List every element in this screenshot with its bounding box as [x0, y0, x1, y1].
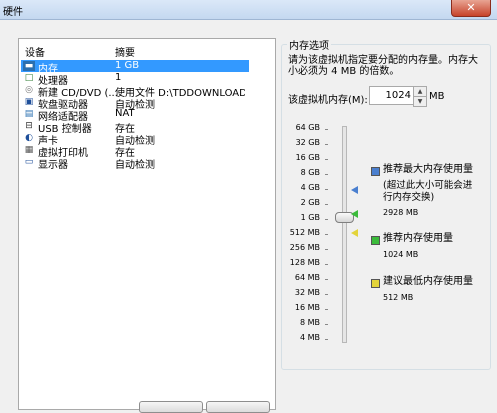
- sound-icon: ◐: [25, 133, 33, 143]
- memory-spinner[interactable]: ▲ ▼: [413, 86, 427, 107]
- scale-tick: [325, 264, 328, 265]
- device-row-network[interactable]: ▤ 网络适配器 NAT: [21, 108, 249, 123]
- scale-label: 16 GB: [295, 153, 320, 162]
- device-name: 显示器: [38, 160, 68, 171]
- scale-tick: [325, 279, 328, 280]
- remove-button[interactable]: [206, 401, 270, 413]
- recommended-legend-title: 推荐内存使用量: [383, 233, 453, 244]
- max-memory-marker-icon: [351, 186, 358, 194]
- scale-tick: [325, 144, 328, 145]
- device-row-printer[interactable]: ▦ 虚拟打印机 存在: [21, 144, 249, 159]
- memory-icon: ▬: [23, 61, 35, 71]
- close-button[interactable]: ✕: [451, 0, 491, 17]
- min-memory-marker-icon: [351, 229, 358, 237]
- usb-icon: ⊟: [25, 121, 33, 131]
- device-row-memory[interactable]: ▬ 内存 1 GB: [21, 60, 249, 75]
- scale-tick: [325, 324, 328, 325]
- recommended-legend-swatch: [371, 236, 380, 245]
- minimum-legend-title: 建议最低内存使用量: [383, 276, 473, 287]
- network-adapter-icon: ▤: [24, 109, 34, 119]
- minimum-legend-swatch: [371, 279, 380, 288]
- device-list-header: 设备 摘要: [19, 39, 275, 59]
- device-summary: 自动检测: [115, 160, 155, 171]
- display-icon: ▭: [24, 157, 34, 167]
- cd-dvd-icon: ◎: [25, 85, 33, 95]
- memory-options-title: 内存选项: [287, 37, 331, 52]
- spin-down-icon[interactable]: ▼: [414, 97, 426, 106]
- scale-label: 1 GB: [300, 213, 320, 222]
- scale-label: 32 MB: [294, 288, 320, 297]
- scale-tick: [325, 174, 328, 175]
- window-title: 硬件: [3, 7, 23, 18]
- scale-label: 64 MB: [294, 273, 320, 282]
- max-legend-swatch: [371, 167, 380, 176]
- scale-label: 256 MB: [289, 243, 320, 252]
- scale-tick: [325, 219, 328, 220]
- memory-input[interactable]: 1024: [369, 86, 415, 105]
- scale-label: 32 GB: [295, 138, 320, 147]
- recommended-memory-marker-icon: [351, 210, 358, 218]
- scale-label: 16 MB: [294, 303, 320, 312]
- column-header-summary[interactable]: 摘要: [115, 44, 135, 59]
- memory-description: 请为该虚拟机指定要分配的内存量。内存大小必须为 4 MB 的倍数。: [288, 55, 478, 77]
- add-button[interactable]: [139, 401, 203, 413]
- scale-tick: [325, 159, 328, 160]
- recommended-legend-value: 1024 MB: [383, 250, 419, 259]
- device-row-display[interactable]: ▭ 显示器 自动检测: [21, 156, 249, 171]
- column-header-device[interactable]: 设备: [25, 44, 45, 59]
- scale-tick: [325, 309, 328, 310]
- printer-icon: ▦: [24, 145, 34, 155]
- scale-tick: [325, 234, 328, 235]
- device-row-processor[interactable]: □ 处理器 1: [21, 72, 249, 87]
- max-legend-note: (超过此大小可能会进行内存交换): [383, 180, 473, 203]
- scale-label: 512 MB: [289, 228, 320, 237]
- max-legend-title: 推荐最大内存使用量: [383, 164, 473, 175]
- device-summary: 1 GB: [115, 60, 140, 71]
- device-row-usb[interactable]: ⊟ USB 控制器 存在: [21, 120, 249, 135]
- memory-input-value: 1024: [385, 90, 411, 101]
- device-summary: 1: [115, 72, 122, 83]
- scale-tick: [325, 129, 328, 130]
- scale-label: 4 GB: [300, 183, 320, 192]
- scale-tick: [325, 204, 328, 205]
- memory-field-label: 该虚拟机内存(M):: [288, 95, 368, 106]
- title-bar: 硬件 ✕: [0, 0, 497, 20]
- device-row-floppy[interactable]: ▣ 软盘驱动器 自动检测: [21, 96, 249, 111]
- device-summary: NAT: [115, 108, 135, 119]
- processor-icon: □: [24, 73, 34, 83]
- scale-label: 4 MB: [299, 333, 320, 342]
- scale-tick: [325, 189, 328, 190]
- scale-label: 64 GB: [295, 123, 320, 132]
- memory-slider-track[interactable]: [342, 126, 347, 343]
- device-row-cd-dvd[interactable]: ◎ 新建 CD/DVD (... 使用文件 D:\TDDOWNLOAD...: [21, 84, 249, 99]
- scale-label: 128 MB: [289, 258, 320, 267]
- memory-unit: MB: [429, 91, 445, 102]
- spin-up-icon[interactable]: ▲: [414, 87, 426, 97]
- scale-label: 8 MB: [299, 318, 320, 327]
- minimum-legend-value: 512 MB: [383, 293, 414, 302]
- scale-tick: [325, 294, 328, 295]
- scale-label: 2 GB: [300, 198, 320, 207]
- scale-label: 8 GB: [300, 168, 320, 177]
- device-row-sound[interactable]: ◐ 声卡 自动检测: [21, 132, 249, 147]
- device-list: 设备 摘要 ▬ 内存 1 GB □ 处理器 1 ◎ 新建 CD/DVD (...…: [18, 38, 276, 410]
- max-legend-value: 2928 MB: [383, 208, 419, 217]
- floppy-icon: ▣: [24, 97, 34, 107]
- scale-tick: [325, 249, 328, 250]
- scale-tick: [325, 339, 328, 340]
